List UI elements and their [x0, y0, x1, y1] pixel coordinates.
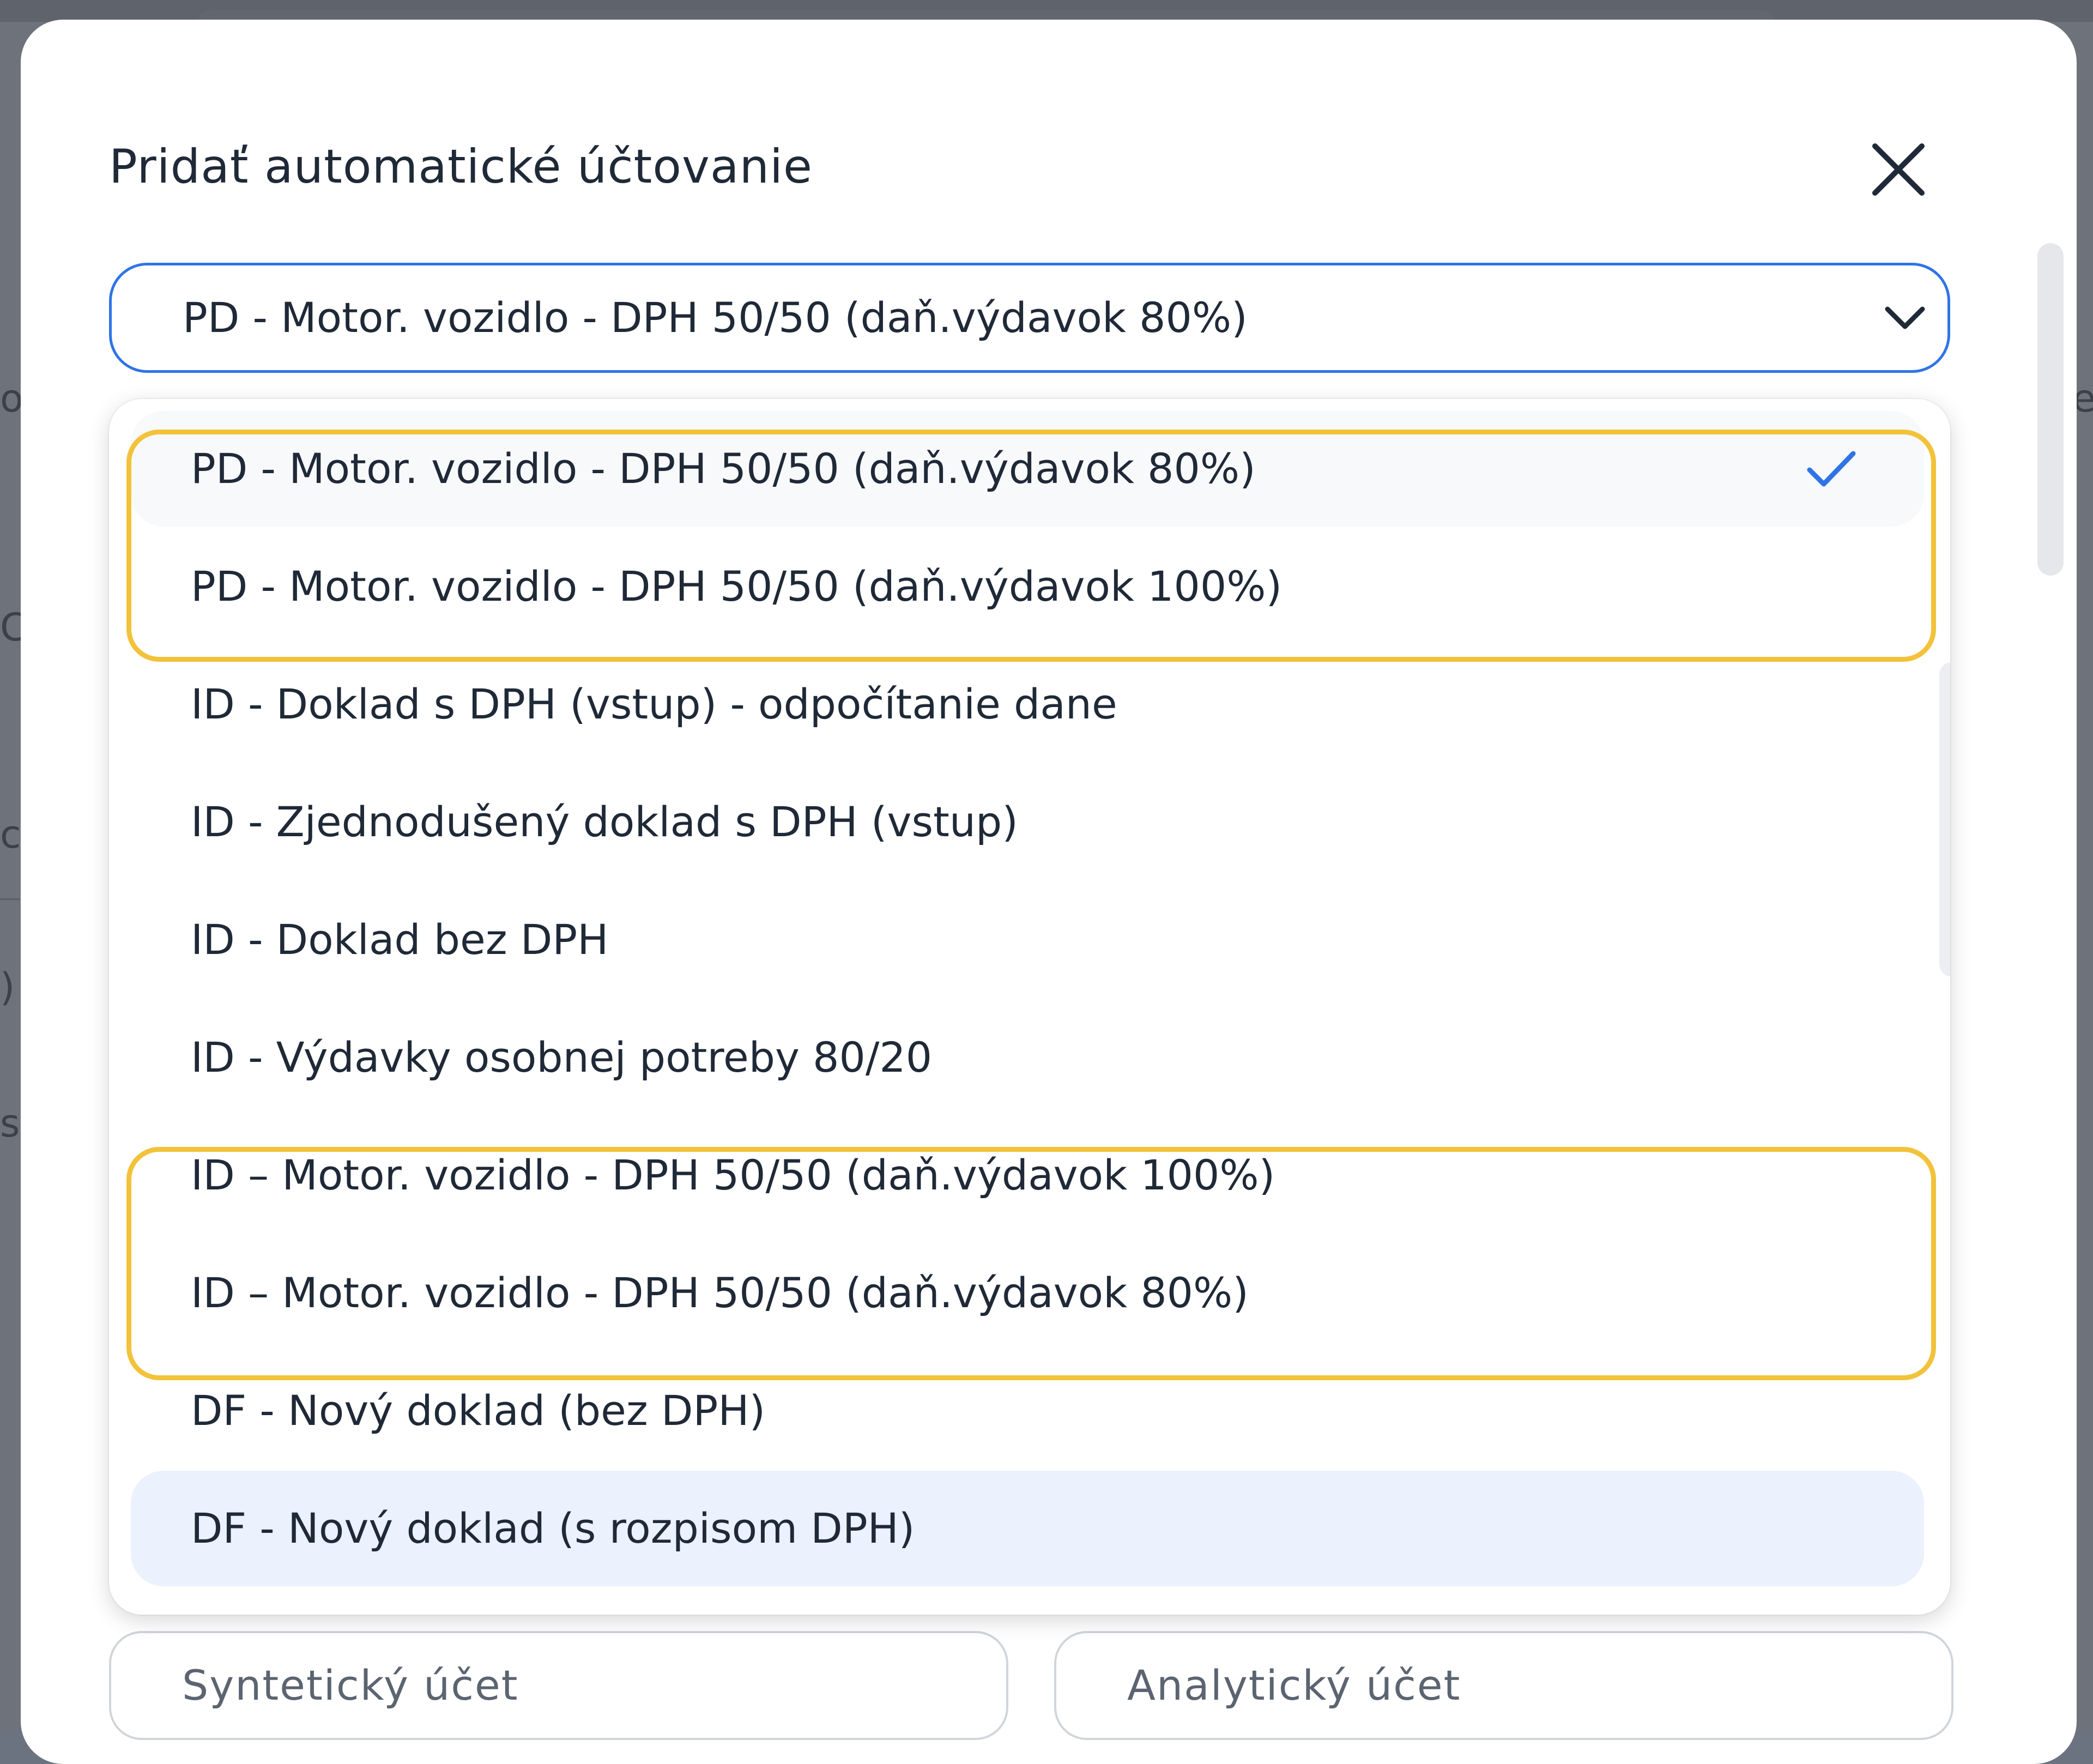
- close-icon: [1872, 143, 1925, 196]
- option-label: DF - Nový doklad (s rozpisom DPH): [191, 1504, 915, 1552]
- select-value: PD - Motor. vozidlo - DPH 50/50 (daň.výd…: [183, 293, 1248, 342]
- option-id-vehicle-80[interactable]: ID – Motor. vozidlo - DPH 50/50 (daň.výd…: [131, 1235, 1924, 1351]
- option-df-no-vat[interactable]: DF - Nový doklad (bez DPH): [131, 1353, 1924, 1469]
- background-text-fragment: ): [0, 965, 15, 1010]
- accounting-type-select[interactable]: PD - Motor. vozidlo - DPH 50/50 (daň.výd…: [109, 263, 1950, 373]
- option-label: ID - Zjednodušený doklad s DPH (vstup): [191, 798, 1018, 846]
- modal-scrollbar[interactable]: [2037, 243, 2064, 576]
- background-text-fragment: o: [0, 376, 21, 421]
- accounting-type-dropdown: PD - Motor. vozidlo - DPH 50/50 (daň.výd…: [109, 399, 1950, 1615]
- dropdown-scrollbar[interactable]: [1939, 662, 1950, 977]
- option-id-vehicle-100[interactable]: ID – Motor. vozidlo - DPH 50/50 (daň.výd…: [131, 1117, 1924, 1233]
- option-id-vat-input[interactable]: ID - Doklad s DPH (vstup) - odpočítanie …: [131, 647, 1924, 762]
- option-label: DF - Nový doklad (bez DPH): [191, 1386, 766, 1435]
- option-pd-vehicle-100[interactable]: PD - Motor. vozidlo - DPH 50/50 (daň.výd…: [131, 529, 1924, 644]
- background-text-fragment: c: [0, 812, 21, 857]
- add-auto-accounting-modal: Pridať automatické účtovanie PD - Motor.…: [21, 20, 2077, 1764]
- background-text-fragment: s: [0, 1101, 20, 1146]
- option-label: PD - Motor. vozidlo - DPH 50/50 (daň.výd…: [191, 562, 1283, 611]
- option-id-simplified-vat[interactable]: ID - Zjednodušený doklad s DPH (vstup): [131, 764, 1924, 880]
- background-text-fragment: C: [0, 605, 21, 650]
- option-label: ID - Doklad s DPH (vstup) - odpočítanie …: [191, 680, 1117, 728]
- option-label: ID - Výdavky osobnej potreby 80/20: [191, 1033, 933, 1082]
- background-divider: [0, 898, 20, 900]
- option-df-vat-breakdown[interactable]: DF - Nový doklad (s rozpisom DPH): [131, 1471, 1924, 1586]
- option-label: ID – Motor. vozidlo - DPH 50/50 (daň.výd…: [191, 1268, 1249, 1317]
- option-id-personal-expenses[interactable]: ID - Výdavky osobnej potreby 80/20: [131, 1000, 1924, 1115]
- synthetic-account-field[interactable]: [109, 1631, 1008, 1740]
- check-icon: [1807, 451, 1856, 487]
- option-pd-vehicle-80[interactable]: PD - Motor. vozidlo - DPH 50/50 (daň.výd…: [131, 411, 1924, 527]
- close-button[interactable]: [1863, 134, 1934, 205]
- analytic-account-input[interactable]: [1127, 1633, 1890, 1737]
- option-label: PD - Motor. vozidlo - DPH 50/50 (daň.výd…: [191, 444, 1256, 493]
- synthetic-account-input[interactable]: [182, 1633, 945, 1737]
- option-id-no-vat[interactable]: ID - Doklad bez DPH: [131, 882, 1924, 998]
- chevron-down-icon: [1885, 306, 1925, 329]
- option-label: ID - Doklad bez DPH: [191, 915, 609, 964]
- modal-title: Pridať automatické účtovanie: [109, 140, 813, 194]
- option-label: ID – Motor. vozidlo - DPH 50/50 (daň.výd…: [191, 1151, 1275, 1199]
- analytic-account-field[interactable]: [1054, 1631, 1953, 1740]
